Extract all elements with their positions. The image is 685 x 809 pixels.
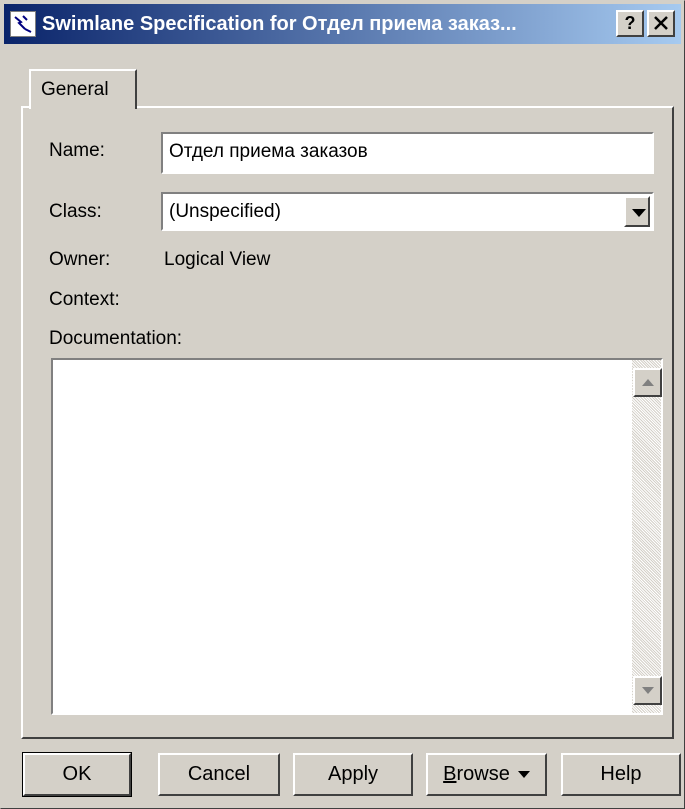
apply-button[interactable]: Apply [293,753,413,796]
scroll-up-icon[interactable] [633,368,662,397]
cancel-button[interactable]: Cancel [158,753,280,796]
swimlane-app-icon [10,11,36,37]
window-title: Swimlane Specification for Отдел приема … [42,13,517,35]
class-dropdown-value: (Unspecified) [169,201,281,222]
documentation-label: Documentation: [49,328,183,349]
browse-label: rowse [456,763,510,785]
browse-mnemonic: B [443,763,457,785]
ok-button[interactable]: OK [22,752,132,797]
owner-label: Owner: [49,249,111,270]
browse-button[interactable]: Browse [426,753,547,796]
tab-general[interactable]: General [29,69,137,109]
title-bar[interactable]: Swimlane Specification for Отдел приема … [4,4,681,44]
documentation-textarea[interactable] [51,358,663,715]
context-label: Context: [49,289,120,310]
caret-down-icon [517,771,530,779]
close-button[interactable] [647,10,675,37]
swimlane-specification-dialog: Swimlane Specification for Отдел приема … [0,0,685,809]
class-dropdown[interactable]: (Unspecified) [161,192,654,231]
owner-value: Logical View [164,249,271,270]
class-label: Class: [49,201,102,222]
name-label: Name: [49,140,105,161]
chevron-down-icon[interactable] [624,196,650,227]
documentation-scrollbar[interactable] [632,360,662,713]
close-icon [654,16,668,30]
name-field[interactable]: Отдел приема заказов [161,132,654,174]
help-question-button[interactable]: ? [616,10,644,37]
help-button[interactable]: Help [561,753,681,796]
scroll-down-icon[interactable] [633,676,662,705]
